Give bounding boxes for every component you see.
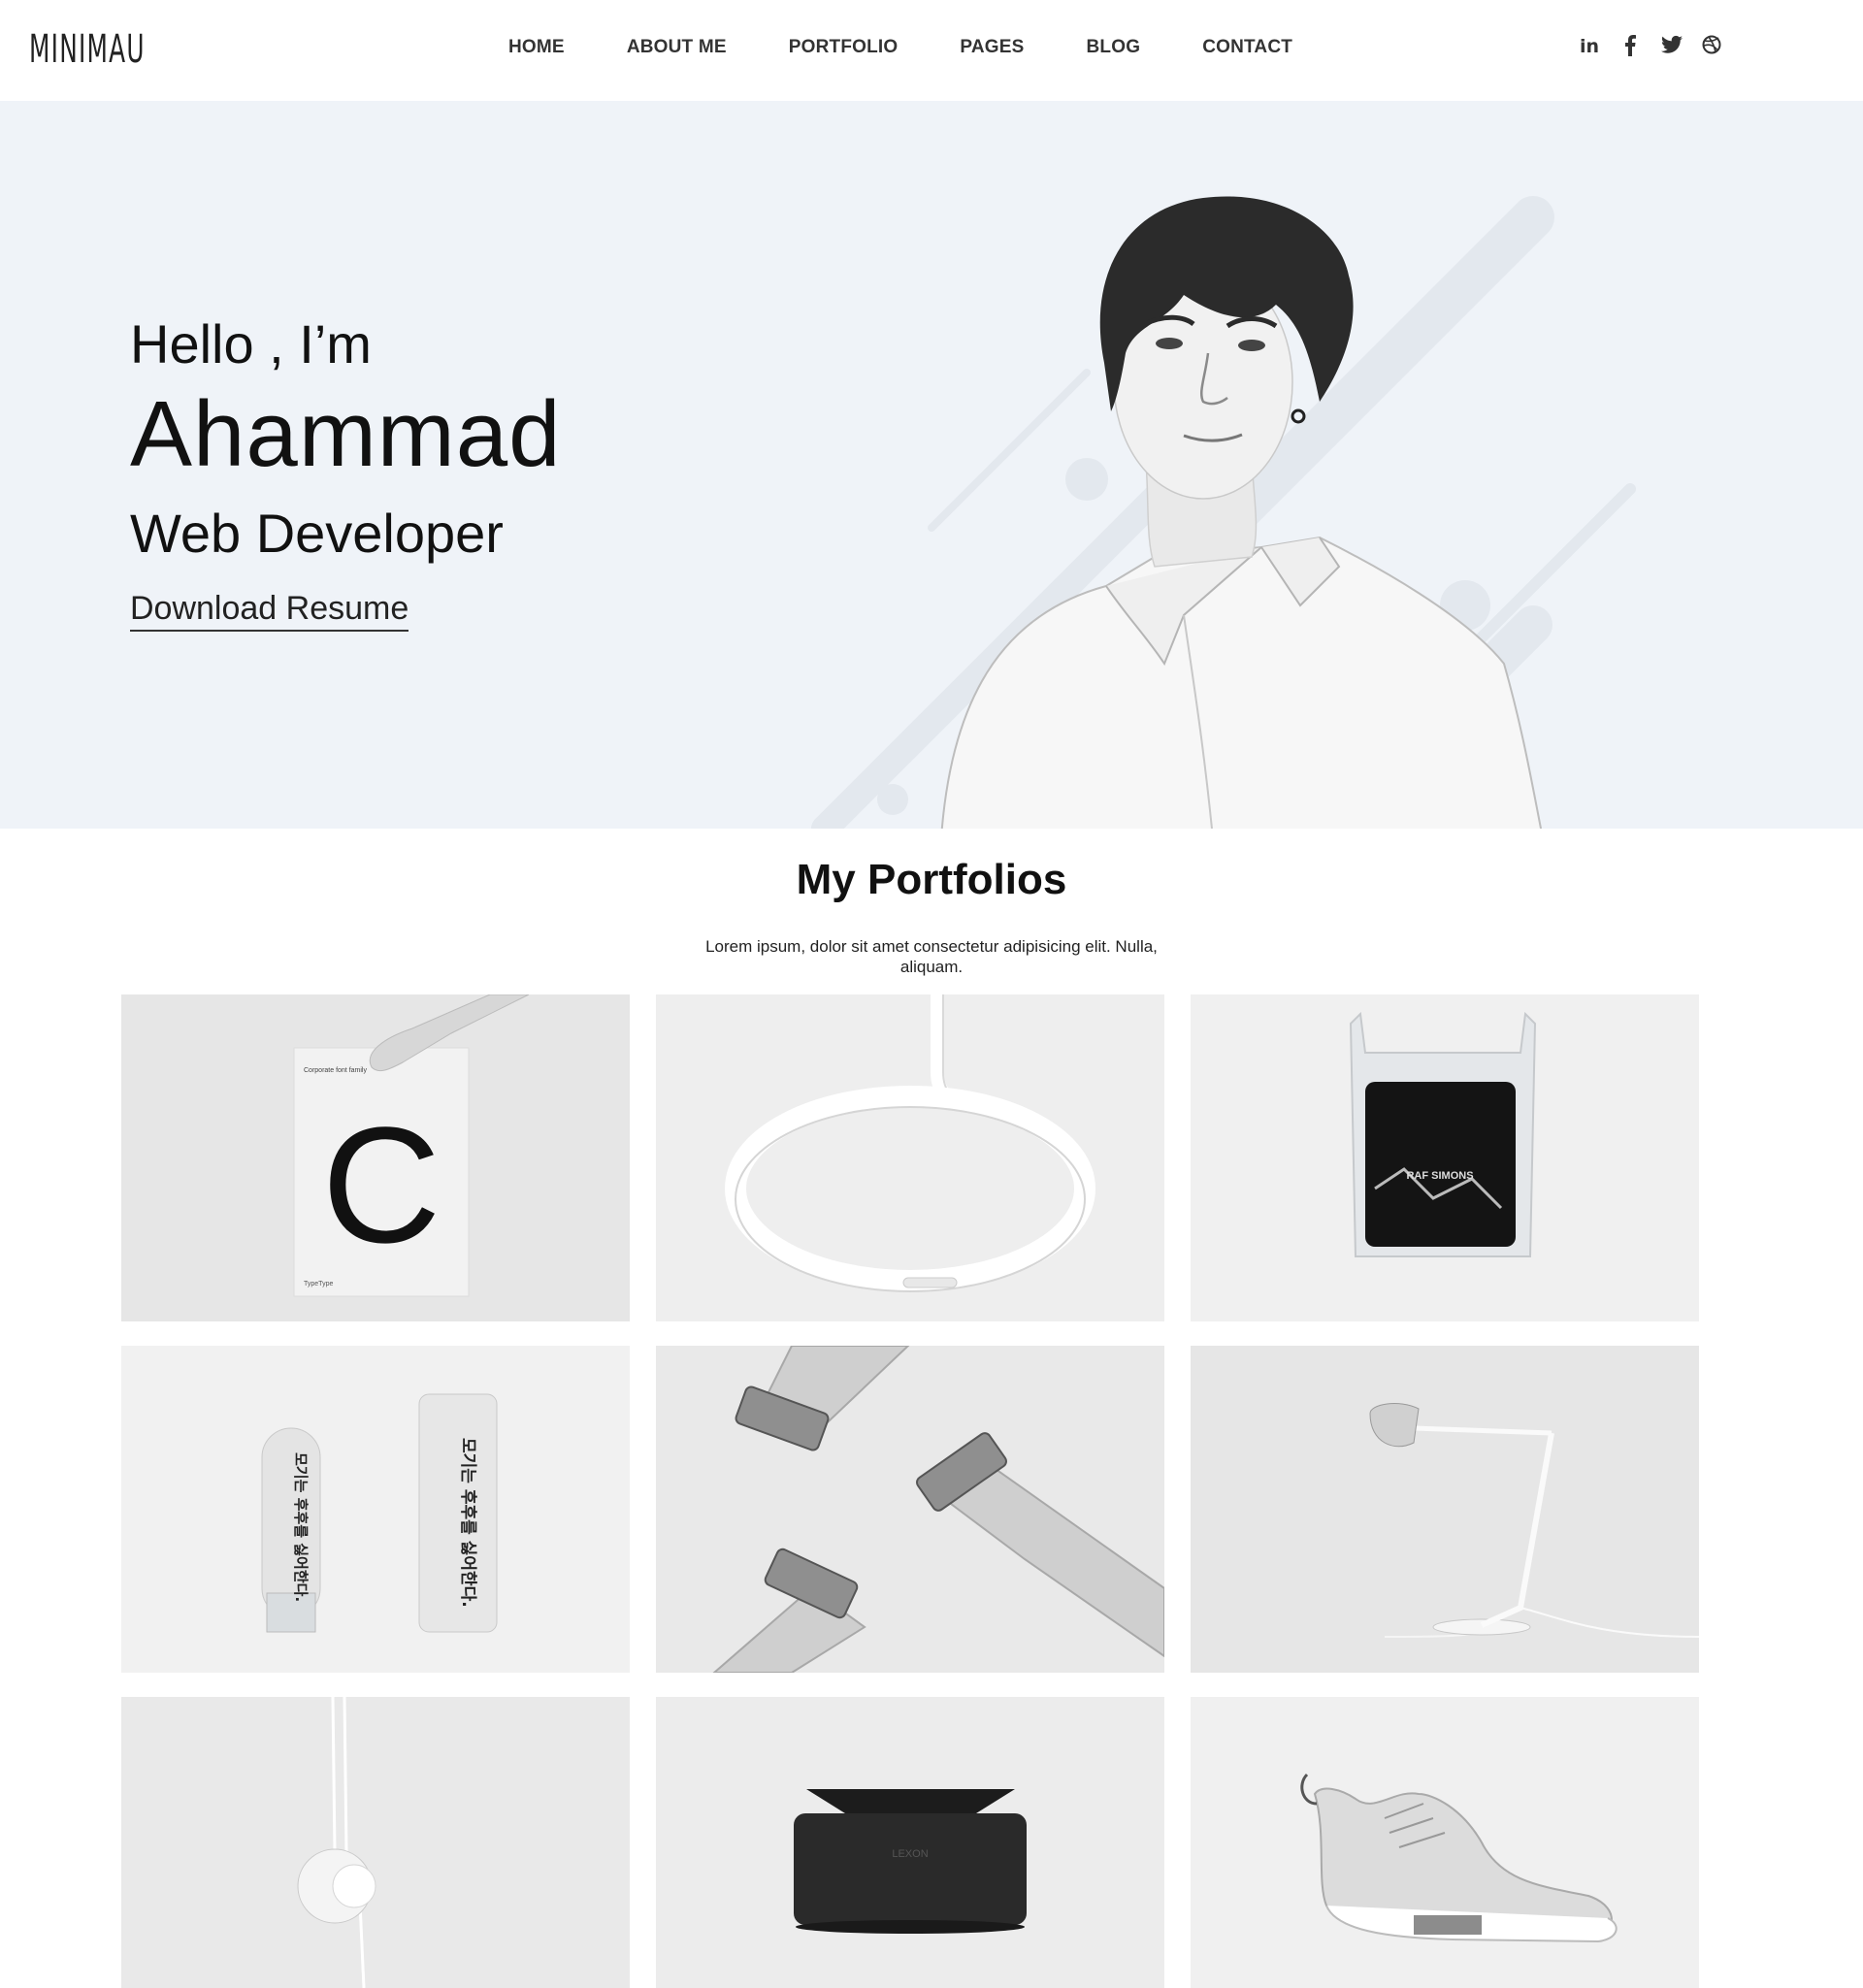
poster-brand: TypeType <box>304 1281 333 1287</box>
twitter-icon[interactable] <box>1661 35 1683 58</box>
portfolio-item-sneaker[interactable] <box>1191 1697 1699 1988</box>
site-header: MINIMAU HOME ABOUT ME PORTFOLIO PAGES BL… <box>0 0 1863 101</box>
portfolio-item-razor[interactable] <box>656 1346 1164 1673</box>
site-logo[interactable]: MINIMAU <box>29 27 146 72</box>
cosmetics-label-can: 모기는 후후를 싫어한다. <box>458 1438 478 1608</box>
bag-image: RAF SIMONS <box>1191 994 1699 1321</box>
portfolio-item-pendant-lamp[interactable] <box>121 1697 630 1988</box>
portfolio-item-bag[interactable]: RAF SIMONS <box>1191 994 1699 1321</box>
poster-letter: C <box>322 1093 441 1278</box>
main-nav: HOME ABOUT ME PORTFOLIO PAGES BLOG CONTA… <box>508 37 1355 58</box>
poster-caption: Corporate font family <box>304 1067 367 1074</box>
razor-image <box>656 1346 1164 1673</box>
hero-greeting: Hello , I’m <box>130 313 372 375</box>
hero-role: Web Developer <box>130 503 504 564</box>
portfolio-title: My Portfolios <box>796 856 1067 903</box>
hero-name: Ahammad <box>130 382 562 486</box>
linkedin-icon[interactable]: in <box>1580 35 1599 58</box>
hero-text: Hello , I’m Ahammad Web Developer Downlo… <box>130 312 562 632</box>
portfolio-item-ring-lamp[interactable] <box>656 994 1164 1321</box>
nav-about-me[interactable]: ABOUT ME <box>627 37 727 58</box>
portfolio-item-speaker[interactable]: LEXON <box>656 1697 1164 1988</box>
cosmetics-image: 모기는 후후를 싫어한다. 모기는 후후를 싫어한다. <box>121 1346 630 1673</box>
dribbble-icon[interactable] <box>1702 35 1721 58</box>
desk-lamp-image <box>1191 1346 1699 1673</box>
hero-section: Hello , I’m Ahammad Web Developer Downlo… <box>0 101 1863 829</box>
sneaker-image <box>1191 1697 1699 1988</box>
portfolio-item-desk-lamp[interactable] <box>1191 1346 1699 1673</box>
poster-image: Corporate font family C TypeType <box>121 994 630 1321</box>
portfolio-item-cosmetics[interactable]: 모기는 후후를 싫어한다. 모기는 후후를 싫어한다. <box>121 1346 630 1673</box>
nav-pages[interactable]: PAGES <box>960 37 1024 58</box>
ring-lamp-image <box>656 994 1164 1321</box>
portfolio-item-poster[interactable]: Corporate font family C TypeType <box>121 994 630 1321</box>
hero-portrait <box>811 196 1636 829</box>
nav-portfolio[interactable]: PORTFOLIO <box>789 37 899 58</box>
pendant-lamp-image <box>121 1697 630 1988</box>
download-resume-link[interactable]: Download Resume <box>130 590 409 632</box>
bag-label: RAF SIMONS <box>1406 1170 1473 1182</box>
nav-blog[interactable]: BLOG <box>1087 37 1141 58</box>
social-links: in <box>1580 35 1721 58</box>
cosmetics-label-tube: 모기는 후후를 싫어한다. <box>292 1452 310 1602</box>
speaker-label: LEXON <box>892 1848 928 1860</box>
nav-home[interactable]: HOME <box>508 37 565 58</box>
portfolio-subtitle: Lorem ipsum, dolor sit amet consectetur … <box>705 937 1158 976</box>
facebook-icon[interactable] <box>1620 35 1640 58</box>
nav-contact[interactable]: CONTACT <box>1202 37 1292 58</box>
speaker-image: LEXON <box>656 1697 1164 1988</box>
